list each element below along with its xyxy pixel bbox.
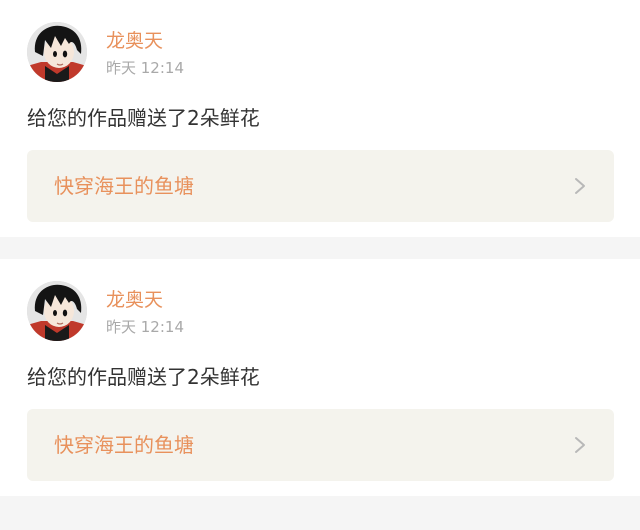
- work-title: 快穿海王的鱼塘: [54, 433, 194, 457]
- work-title: 快穿海王的鱼塘: [54, 174, 194, 198]
- notification-card: 龙奥天 昨天 12:14 给您的作品赠送了2朵鲜花 快穿海王的鱼塘: [0, 0, 640, 237]
- timestamp: 昨天 12:14: [106, 318, 184, 336]
- work-link-card[interactable]: 快穿海王的鱼塘: [27, 409, 614, 481]
- notification-message: 给您的作品赠送了2朵鲜花: [27, 365, 260, 389]
- work-link-card[interactable]: 快穿海王的鱼塘: [27, 150, 614, 222]
- username[interactable]: 龙奥天: [106, 29, 163, 53]
- notification-card: 龙奥天 昨天 12:14 给您的作品赠送了2朵鲜花 快穿海王的鱼塘: [0, 259, 640, 496]
- notification-message: 给您的作品赠送了2朵鲜花: [27, 106, 260, 130]
- cartoon-avatar-icon: [27, 281, 87, 341]
- notification-feed: 龙奥天 昨天 12:14 给您的作品赠送了2朵鲜花 快穿海王的鱼塘 龙奥天 昨天…: [0, 0, 640, 496]
- chevron-right-icon: [575, 178, 585, 194]
- timestamp: 昨天 12:14: [106, 59, 184, 77]
- chevron-right-icon: [575, 437, 585, 453]
- avatar[interactable]: [27, 22, 87, 82]
- avatar[interactable]: [27, 281, 87, 341]
- username[interactable]: 龙奥天: [106, 288, 163, 312]
- cartoon-avatar-icon: [27, 22, 87, 82]
